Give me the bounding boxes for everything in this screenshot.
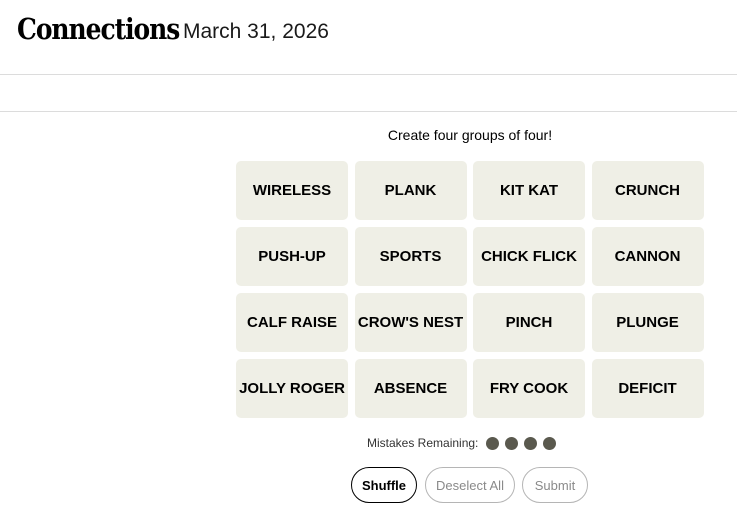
word-tile[interactable]: ABSENCE [354,359,467,418]
word-grid: WIRELESS PLANK KIT KAT CRUNCH PUSH-UP SP… [236,161,704,418]
mistakes-remaining: Mistakes Remaining: [367,435,562,451]
instruction-text: Create four groups of four! [387,127,553,143]
word-tile[interactable]: KIT KAT [473,161,585,220]
word-tile[interactable]: PLUNGE [591,293,704,352]
word-tile[interactable]: FRY COOK [473,359,585,418]
app-title: Connections [17,12,180,46]
word-tile[interactable]: CANNON [591,227,704,286]
word-tile[interactable]: WIRELESS [236,161,348,220]
puzzle-date: March 31, 2026 [183,20,329,43]
page-header: Connections March 31, 2026 [0,0,737,75]
word-tile[interactable]: PINCH [473,293,585,352]
word-tile[interactable]: CALF RAISE [236,293,348,352]
deselect-all-button[interactable]: Deselect All [425,467,515,503]
mistake-dot [505,436,519,450]
mistake-dot [543,436,557,450]
word-tile[interactable]: PLANK [354,161,467,220]
word-tile[interactable]: CRUNCH [591,161,704,220]
mistakes-label: Mistakes Remaining: [367,436,479,450]
toolbar [0,75,737,112]
submit-button[interactable]: Submit [522,467,588,503]
mistake-dot [486,436,500,450]
word-tile[interactable]: JOLLY ROGER [236,359,348,418]
word-tile[interactable]: CHICK FLICK [473,227,585,286]
mistake-dots [486,436,562,450]
word-tile[interactable]: PUSH-UP [236,227,348,286]
shuffle-button[interactable]: Shuffle [351,467,417,503]
mistake-dot [524,436,538,450]
word-tile[interactable]: CROW'S NEST [354,293,467,352]
word-tile[interactable]: SPORTS [354,227,467,286]
word-tile[interactable]: DEFICIT [591,359,704,418]
